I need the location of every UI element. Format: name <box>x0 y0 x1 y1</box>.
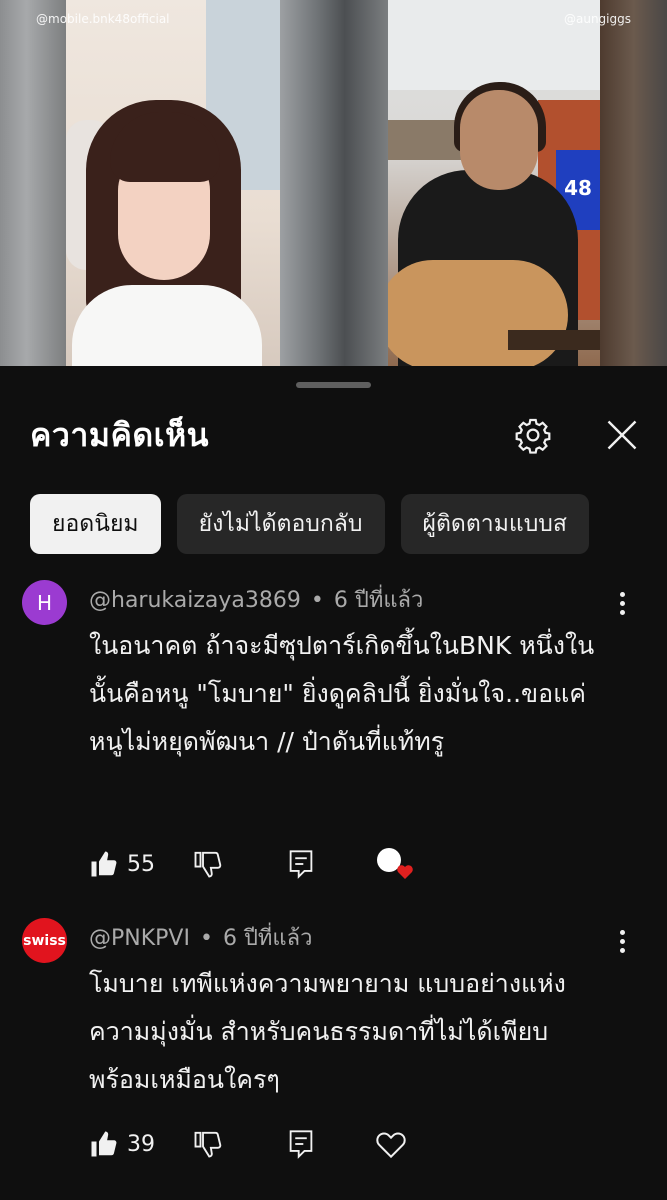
video-blur-left <box>0 0 66 366</box>
avatar[interactable]: swiss <box>22 918 67 963</box>
drag-handle[interactable] <box>296 382 371 388</box>
comment-meta: @PNKPVI • 6 ปีที่แล้ว <box>89 920 312 955</box>
settings-button[interactable] <box>509 411 557 459</box>
video-player[interactable]: 48 @mobile.bnk48official @aungiggs <box>0 0 667 366</box>
more-options-button[interactable] <box>612 588 632 618</box>
comment-time: 6 ปีที่แล้ว <box>333 588 424 613</box>
avatar-letter: swiss <box>23 932 66 949</box>
reply-button[interactable] <box>287 844 315 884</box>
video-blur-middle <box>280 0 388 366</box>
reply-icon <box>289 850 313 879</box>
heart-icon <box>377 848 413 879</box>
like-count: 39 <box>127 1131 155 1157</box>
watermark-left: @mobile.bnk48official <box>36 12 170 26</box>
chip-top[interactable]: ยอดนิยม <box>30 494 161 554</box>
more-vertical-icon <box>619 929 625 935</box>
more-vertical-icon <box>619 591 625 597</box>
thumbs-up-icon <box>91 1131 117 1157</box>
sort-chips: ยอดนิยม ยังไม่ได้ตอบกลับ ผู้ติดตามแบบส <box>30 494 589 554</box>
video-panel-right: 48 <box>388 0 600 366</box>
dislike-button[interactable] <box>193 844 223 884</box>
chip-subscribers[interactable]: ผู้ติดตามแบบส <box>400 494 589 554</box>
close-button[interactable] <box>598 411 646 459</box>
guitarist-face <box>460 90 538 190</box>
comment-text: โมบาย เทพีแห่งความพยายาม แบบอย่างแห่งควา… <box>89 969 566 1094</box>
thumbs-up-icon <box>91 851 117 877</box>
like-button[interactable]: 39 <box>89 1124 155 1164</box>
thumbs-down-icon <box>194 1131 222 1158</box>
comment-actions: 55 <box>89 844 489 884</box>
dislike-button[interactable] <box>193 1124 223 1164</box>
video-blur-right <box>600 0 667 366</box>
singer-shirt <box>72 285 262 366</box>
comment-actions: 39 <box>89 1124 489 1164</box>
meta-dot: • <box>199 926 213 951</box>
close-icon <box>607 420 637 450</box>
heart-button[interactable] <box>375 1124 407 1164</box>
avatar-letter: H <box>36 590 53 615</box>
comment-meta: @harukaizaya3869 • 6 ปีที่แล้ว <box>89 582 423 617</box>
guitar-neck <box>508 330 600 350</box>
comments-sheet: ความคิดเห็น ยอดนิยม ยังไม่ได้ตอบกลับ ผู้… <box>0 366 667 1200</box>
more-options-button[interactable] <box>612 926 632 956</box>
avatar[interactable]: H <box>22 580 67 625</box>
comment-author[interactable]: @PNKPVI <box>89 926 190 951</box>
comment-text: ในอนาคต ถ้าจะมีซุปตาร์เกิดขึ้นในBNK หนึ่… <box>89 631 595 756</box>
reply-button[interactable] <box>287 1124 315 1164</box>
comment-time: 6 ปีที่แล้ว <box>222 926 313 951</box>
like-button[interactable]: 55 <box>89 844 155 884</box>
creator-heart <box>375 844 419 884</box>
reply-icon <box>289 1130 313 1159</box>
comment-author[interactable]: @harukaizaya3869 <box>89 588 301 613</box>
gear-icon <box>515 418 551 454</box>
video-panel-left <box>66 0 280 366</box>
chip-unreplied[interactable]: ยังไม่ได้ตอบกลับ <box>176 494 385 554</box>
like-count: 55 <box>127 851 155 877</box>
watermark-right: @aungiggs <box>563 12 631 26</box>
guitar <box>388 260 568 366</box>
heart-icon <box>376 1132 406 1159</box>
meta-dot: • <box>310 588 324 613</box>
thumbs-down-icon <box>194 851 222 878</box>
comments-title: ความคิดเห็น <box>30 416 210 454</box>
